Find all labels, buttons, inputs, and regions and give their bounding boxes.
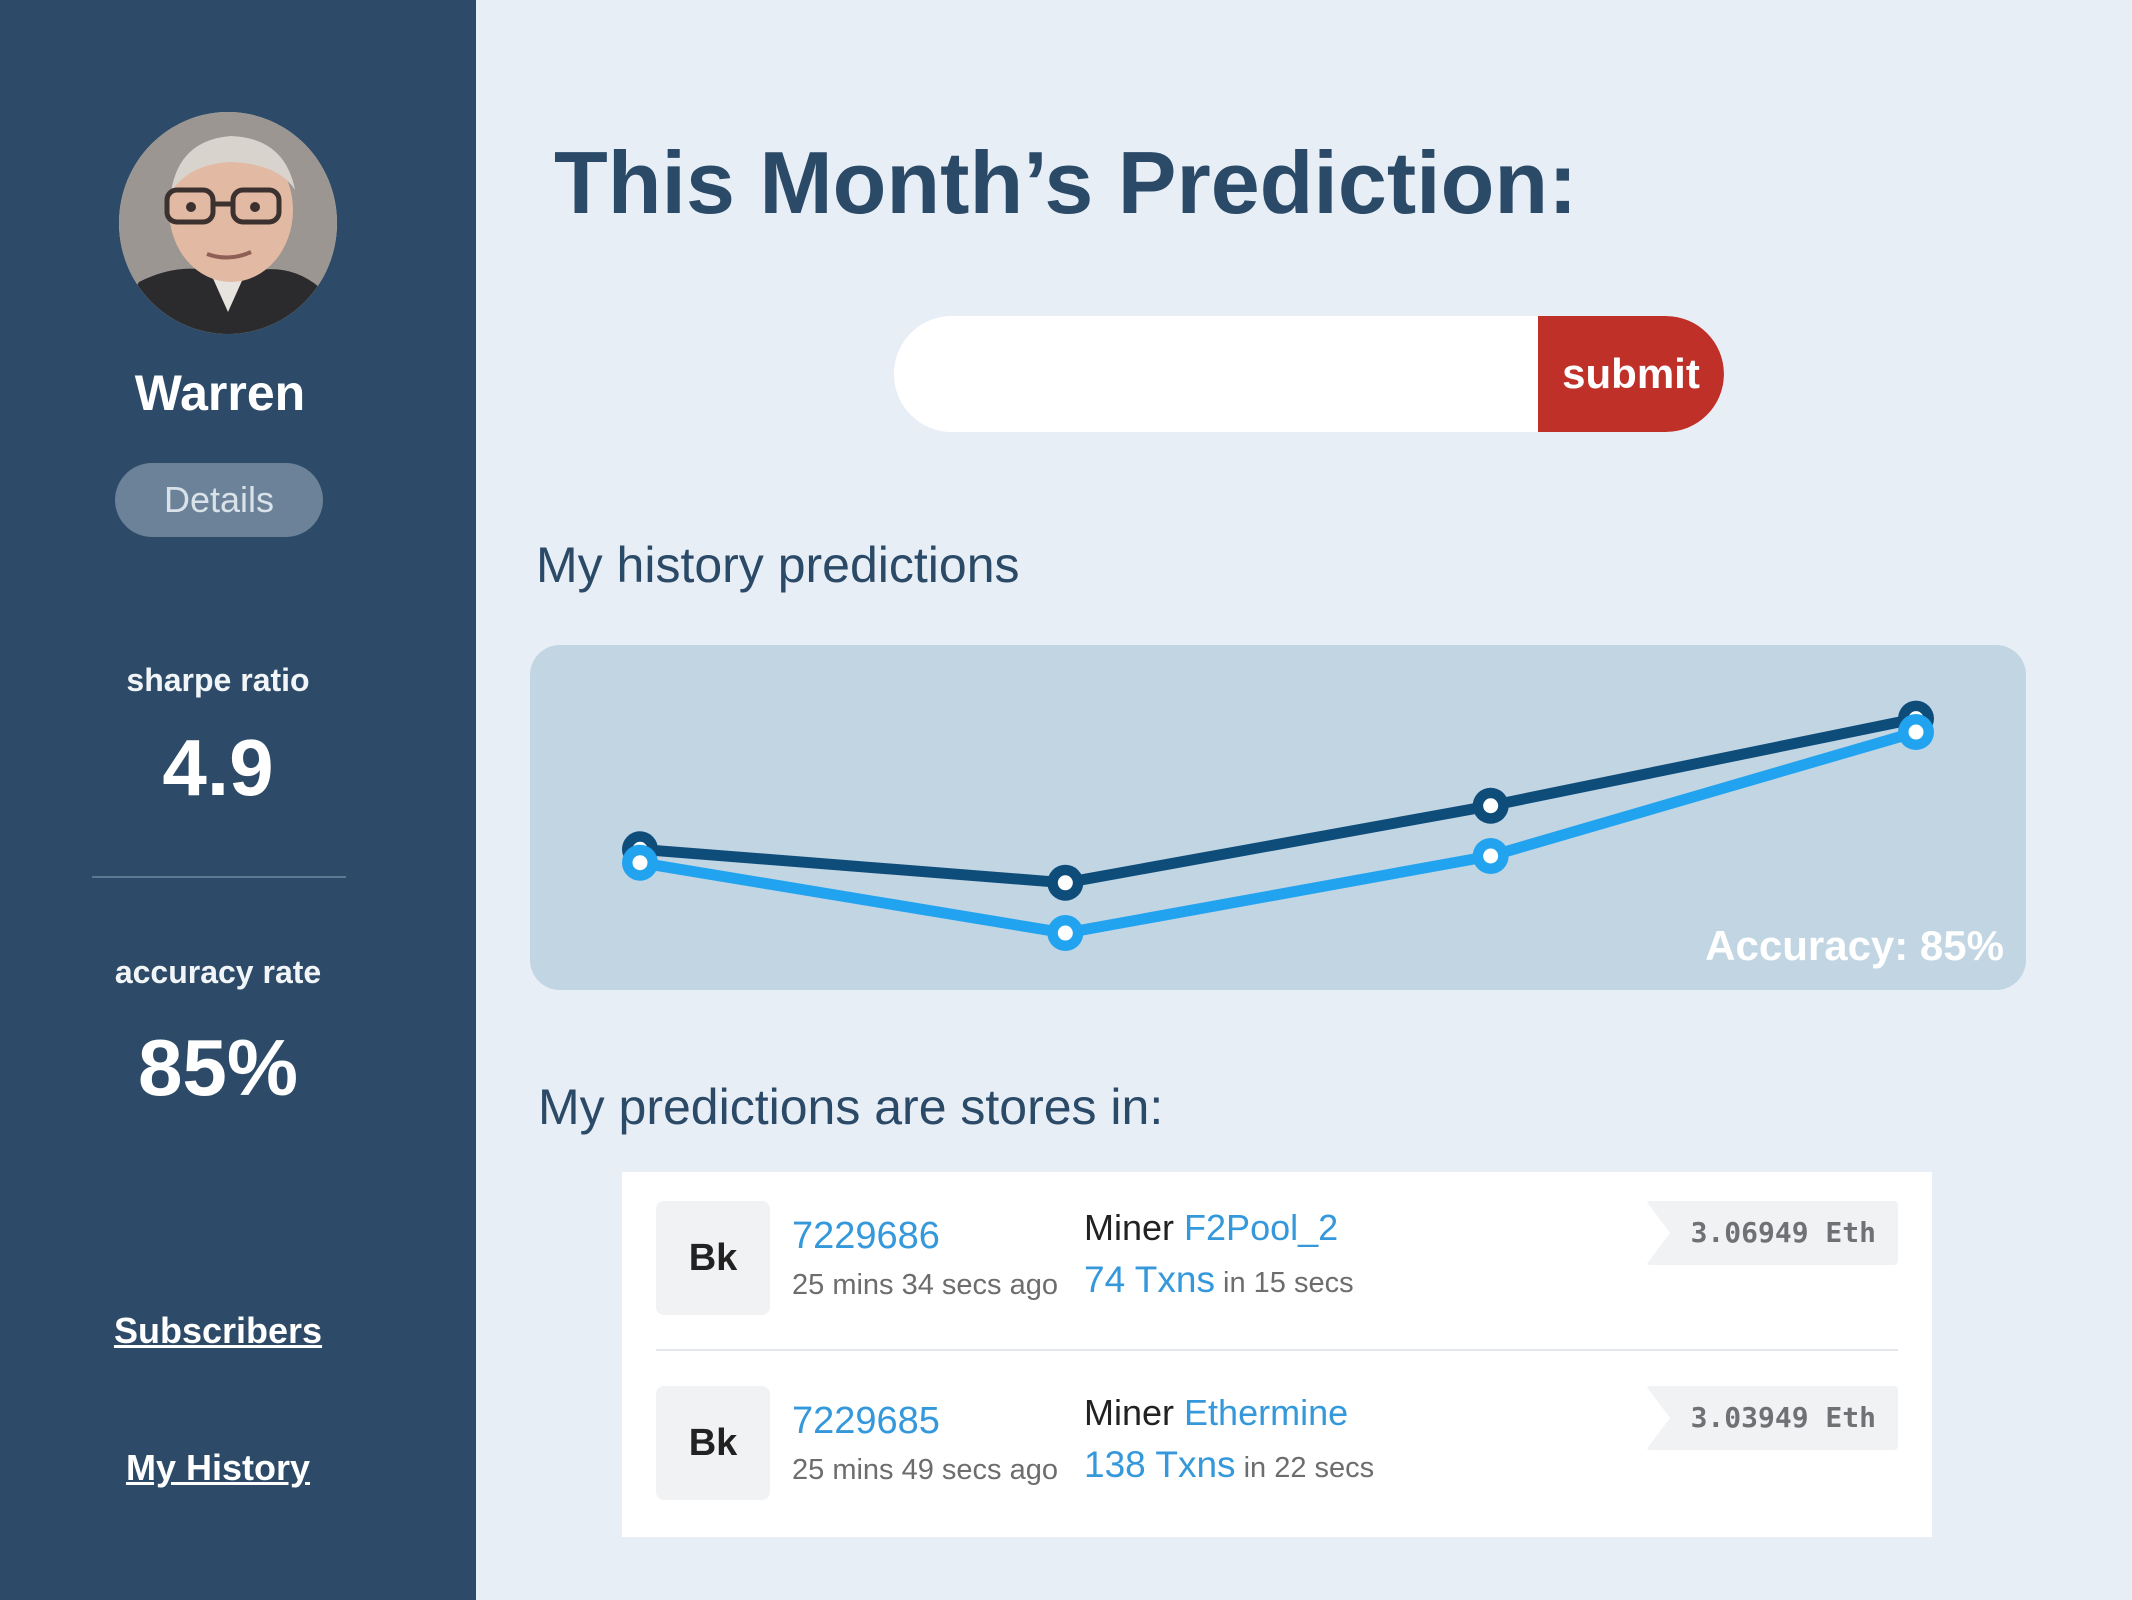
accuracy-rate-value: 85% <box>137 1023 299 1112</box>
miner-line: Miner F2Pool_2 <box>1084 1207 1338 1249</box>
block-number-link[interactable]: 7229685 <box>792 1400 940 1443</box>
history-heading: My history predictions <box>536 537 1020 593</box>
block-row: Bk 7229685 25 mins 49 secs ago Miner Eth… <box>656 1386 1898 1506</box>
sharpe-ratio-label: sharpe ratio <box>126 662 310 698</box>
txns-time: in 22 secs <box>1243 1452 1375 1484</box>
accuracy-rate-label: accuracy rate <box>114 954 322 990</box>
txns-time: in 15 secs <box>1223 1267 1354 1299</box>
avatar <box>119 112 337 334</box>
series-1-point-center <box>1057 875 1073 891</box>
block-row: Bk 7229686 25 mins 34 secs ago Miner F2P… <box>656 1201 1898 1321</box>
series-2-point-center <box>1057 925 1073 941</box>
profile-name: Warren <box>134 365 306 421</box>
block-reward: 3.03949 Eth <box>1646 1386 1898 1450</box>
series-2-point-center <box>632 855 648 871</box>
subscribers-link[interactable]: Subscribers <box>0 1310 436 1352</box>
series-2-point-center <box>1908 724 1924 740</box>
txns-link[interactable]: 138 Txns <box>1084 1444 1236 1485</box>
block-reward: 3.06949 Eth <box>1646 1201 1898 1265</box>
txns-line: 138 Txns in 22 secs <box>1084 1444 1374 1486</box>
page-title: This Month’s Prediction: <box>554 133 1578 232</box>
avatar-photo <box>119 112 337 334</box>
chart-accuracy-label: Accuracy: 85% <box>1705 922 2004 969</box>
series-2-point-center <box>1483 848 1499 864</box>
sharpe-ratio-value: 4.9 <box>162 723 274 812</box>
prediction-form: submit <box>894 316 1724 432</box>
miner-link[interactable]: Ethermine <box>1184 1392 1348 1433</box>
miner-prefix: Miner <box>1084 1207 1175 1248</box>
block-badge: Bk <box>656 1386 770 1500</box>
row-divider <box>656 1349 1898 1351</box>
submit-button[interactable]: submit <box>1538 316 1724 432</box>
miner-line: Miner Ethermine <box>1084 1392 1348 1434</box>
miner-prefix: Miner <box>1084 1392 1175 1433</box>
txns-line: 74 Txns in 15 secs <box>1084 1259 1354 1301</box>
sidebar: Warren Details sharpe ratio 4.9 accuracy… <box>0 0 476 1600</box>
sidebar-divider <box>92 876 346 878</box>
miner-link[interactable]: F2Pool_2 <box>1184 1207 1338 1248</box>
txns-link[interactable]: 74 Txns <box>1084 1259 1215 1300</box>
stores-heading: My predictions are stores in: <box>538 1079 1164 1135</box>
block-age: 25 mins 34 secs ago <box>792 1269 1058 1301</box>
block-badge: Bk <box>656 1201 770 1315</box>
my-history-link[interactable]: My History <box>0 1447 436 1489</box>
block-number-link[interactable]: 7229686 <box>792 1215 940 1258</box>
blocks-panel: Bk 7229686 25 mins 34 secs ago Miner F2P… <box>622 1172 1932 1537</box>
app-root: Warren Details sharpe ratio 4.9 accuracy… <box>0 0 2132 1600</box>
prediction-input[interactable] <box>894 316 1538 432</box>
series-1-line <box>634 713 1922 889</box>
block-age: 25 mins 49 secs ago <box>792 1454 1058 1486</box>
series-1-point-center <box>1483 798 1499 814</box>
details-button[interactable]: Details <box>115 463 323 537</box>
